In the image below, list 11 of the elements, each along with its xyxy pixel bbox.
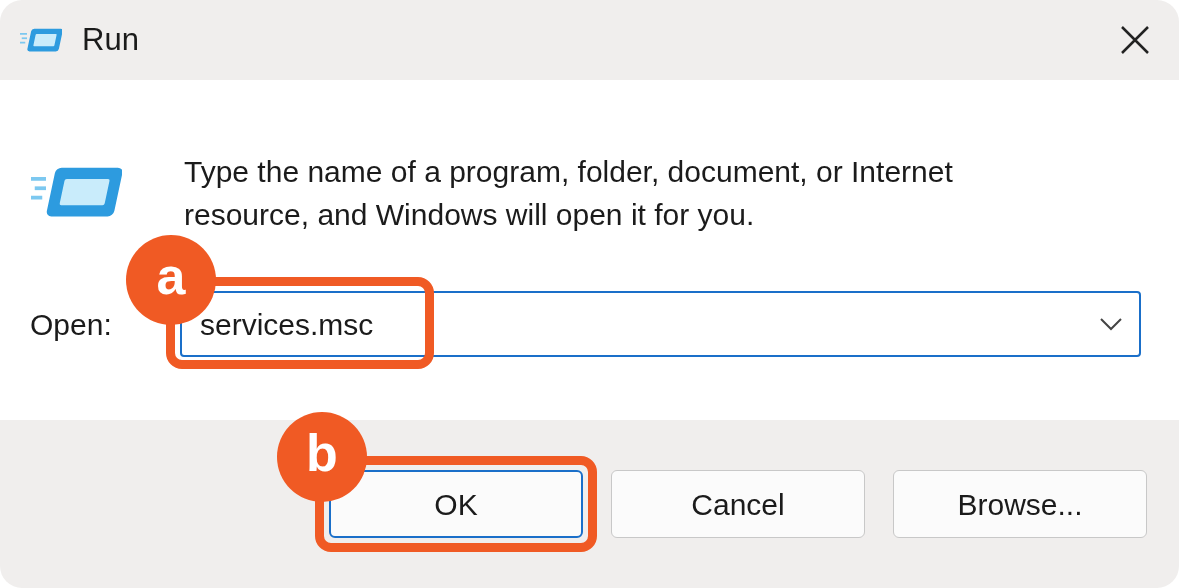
field-value: services.msc xyxy=(200,306,375,343)
window-title: Run xyxy=(82,20,140,59)
open-label: Open: xyxy=(30,306,113,343)
close-icon xyxy=(1120,25,1150,55)
dialog-button[interactable]: Browse... xyxy=(893,470,1147,538)
instruction-text: Type the name of a program, folder, document, or Internet resource, and Windows will open it for you. xyxy=(184,154,954,233)
callout-badge: b xyxy=(277,412,367,502)
dialog-button[interactable]: Cancel xyxy=(611,470,865,538)
run-icon xyxy=(20,26,62,54)
dialog-button[interactable]: OK xyxy=(329,470,583,538)
chevron-down-icon xyxy=(1099,317,1123,331)
